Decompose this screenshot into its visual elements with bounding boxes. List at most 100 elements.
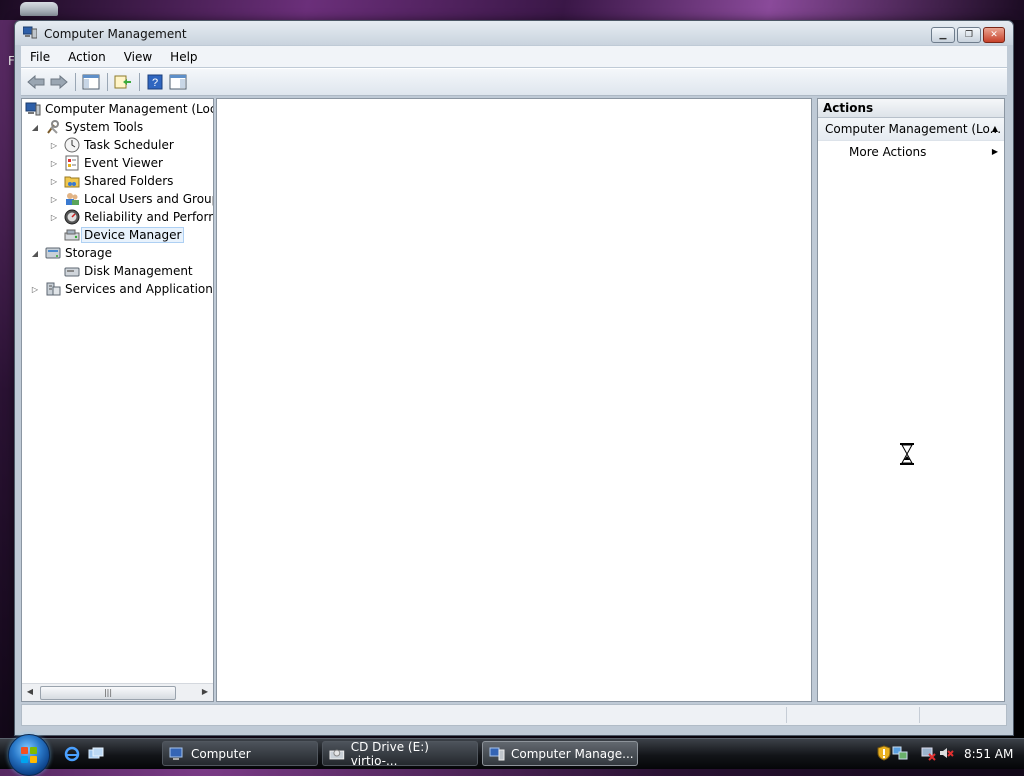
scroll-left-arrow-icon[interactable]: ◀ bbox=[25, 687, 35, 697]
security-shield-icon[interactable] bbox=[876, 745, 892, 761]
close-button[interactable]: ✕ bbox=[983, 27, 1005, 43]
expand-arrow-icon[interactable]: ▷ bbox=[49, 140, 59, 150]
tree-item-system-tools[interactable]: ◢ System Tools bbox=[30, 118, 143, 136]
title-bar[interactable]: Computer Management ▁ ❐ ✕ bbox=[15, 21, 1013, 45]
toolbar-separator bbox=[139, 73, 140, 91]
taskbar-button-label: CD Drive (E:) virtio-... bbox=[350, 739, 429, 768]
show-hide-console-tree-icon bbox=[82, 74, 100, 90]
taskbar-button-cd-drive[interactable]: CD Drive (E:) virtio-... bbox=[322, 739, 478, 768]
clock-icon bbox=[64, 137, 80, 153]
volume-muted-icon[interactable] bbox=[938, 745, 954, 761]
tree-item-label: Task Scheduler bbox=[84, 138, 174, 152]
network-disconnected-icon[interactable] bbox=[920, 745, 936, 761]
tree-item-label: Storage bbox=[65, 246, 112, 260]
tree-item-task-scheduler[interactable]: ▷ Task Scheduler bbox=[49, 136, 174, 154]
more-actions-item[interactable]: More Actions ▶ bbox=[818, 141, 1004, 163]
show-hide-action-pane-button[interactable] bbox=[167, 72, 189, 92]
computer-management-icon bbox=[25, 101, 41, 117]
disk-icon bbox=[64, 263, 80, 279]
tree-item-event-viewer[interactable]: ▷ Event Viewer bbox=[49, 154, 163, 172]
network-icon[interactable] bbox=[892, 745, 908, 761]
export-list-button[interactable] bbox=[112, 72, 134, 92]
start-button[interactable] bbox=[8, 734, 50, 776]
tree-item-label: Services and Applications bbox=[65, 282, 214, 296]
collapse-arrow-icon[interactable]: ◢ bbox=[30, 122, 40, 132]
details-pane[interactable] bbox=[216, 98, 812, 702]
svg-text:?: ? bbox=[152, 77, 158, 89]
tree-item-label: Computer Management (Local bbox=[45, 102, 214, 116]
menu-bar: File Action View Help bbox=[21, 46, 1007, 67]
menu-help[interactable]: Help bbox=[161, 50, 206, 64]
submenu-arrow-icon: ▶ bbox=[991, 147, 998, 156]
window-title: Computer Management bbox=[44, 27, 187, 41]
windows-logo-icon bbox=[21, 747, 37, 763]
show-hide-action-pane-icon bbox=[169, 74, 187, 90]
expand-arrow-icon[interactable]: ▷ bbox=[49, 176, 59, 186]
tree-item-label: Local Users and Groups bbox=[84, 192, 214, 206]
console-tree[interactable]: Computer Management (Local ◢ System Tool… bbox=[21, 98, 214, 702]
back-icon bbox=[27, 75, 45, 89]
help-icon: ? bbox=[147, 74, 163, 90]
switch-windows-icon[interactable] bbox=[88, 746, 104, 762]
tree-item-label: Event Viewer bbox=[84, 156, 163, 170]
computer-management-window: Computer Management ▁ ❐ ✕ File Action Vi… bbox=[14, 20, 1014, 736]
taskbar: Computer CD Drive (E:) virtio-... Comput… bbox=[0, 734, 1024, 776]
internet-explorer-icon[interactable] bbox=[64, 746, 80, 762]
tree-item-reliability[interactable]: ▷ Reliability and Performa bbox=[49, 208, 213, 226]
cd-drive-icon bbox=[329, 749, 345, 759]
actions-header: Actions bbox=[818, 99, 1004, 118]
toolbar: ? bbox=[21, 68, 1007, 96]
forward-icon bbox=[50, 75, 68, 89]
maximize-button[interactable]: ❐ bbox=[957, 27, 981, 43]
tree-item-shared-folders[interactable]: ▷ Shared Folders bbox=[49, 172, 173, 190]
system-tools-icon bbox=[45, 119, 61, 135]
toolbar-separator bbox=[75, 73, 76, 91]
tree-item-label: System Tools bbox=[65, 120, 144, 134]
collapse-arrow-icon[interactable]: ◢ bbox=[30, 248, 40, 258]
menu-action[interactable]: Action bbox=[59, 50, 115, 64]
back-button[interactable] bbox=[25, 72, 47, 92]
status-bar bbox=[21, 704, 1007, 726]
expand-arrow-icon[interactable]: ▷ bbox=[49, 194, 59, 204]
taskbar-button-computer[interactable]: Computer bbox=[162, 741, 318, 766]
performance-gauge-icon bbox=[64, 209, 80, 225]
tree-item-label: Device Manager bbox=[81, 227, 185, 243]
expand-arrow-icon[interactable]: ▷ bbox=[30, 284, 40, 294]
more-actions-label: More Actions bbox=[849, 145, 927, 159]
computer-management-icon bbox=[489, 747, 505, 760]
hourglass-cursor-icon bbox=[900, 443, 914, 465]
actions-section-computer-management[interactable]: Computer Management (Lo... ▲ bbox=[818, 118, 1004, 141]
tree-item-local-users[interactable]: ▷ Local Users and Groups bbox=[49, 190, 214, 208]
expand-arrow-icon[interactable]: ▷ bbox=[49, 212, 59, 222]
clock[interactable]: 8:51 AM bbox=[964, 747, 1013, 761]
actions-pane: Actions Computer Management (Lo... ▲ Mor… bbox=[817, 98, 1005, 702]
device-manager-icon bbox=[64, 227, 80, 243]
scrollbar-thumb[interactable]: ||| bbox=[40, 686, 176, 700]
forward-button[interactable] bbox=[48, 72, 70, 92]
storage-icon bbox=[45, 245, 61, 261]
tree-item-label: Disk Management bbox=[84, 264, 193, 278]
taskbar-button-computer-management[interactable]: Computer Manage... bbox=[482, 741, 638, 766]
tree-horizontal-scrollbar[interactable]: ◀ ||| ▶ bbox=[22, 683, 213, 701]
help-button[interactable]: ? bbox=[144, 72, 166, 92]
recycle-bin-icon[interactable] bbox=[20, 2, 58, 16]
expand-arrow-icon[interactable]: ▷ bbox=[49, 158, 59, 168]
taskbar-button-label: Computer Manage... bbox=[511, 746, 634, 761]
minimize-button[interactable]: ▁ bbox=[931, 27, 955, 43]
menu-file[interactable]: File bbox=[21, 50, 59, 64]
collapse-up-icon[interactable]: ▲ bbox=[992, 118, 998, 140]
tree-item-device-manager[interactable]: Device Manager bbox=[49, 226, 185, 244]
desktop-background bbox=[0, 0, 1024, 20]
tree-item-storage[interactable]: ◢ Storage bbox=[30, 244, 112, 262]
export-list-icon bbox=[114, 75, 131, 89]
tree-item-disk-management[interactable]: Disk Management bbox=[49, 262, 193, 280]
menu-view[interactable]: View bbox=[115, 50, 161, 64]
computer-icon bbox=[169, 747, 183, 760]
tree-item-services-applications[interactable]: ▷ Services and Applications bbox=[30, 280, 214, 298]
show-hide-console-tree-button[interactable] bbox=[80, 72, 102, 92]
tree-item-root[interactable]: Computer Management (Local bbox=[25, 100, 214, 118]
status-segment bbox=[919, 707, 920, 723]
scroll-right-arrow-icon[interactable]: ▶ bbox=[200, 687, 210, 697]
shared-folder-icon bbox=[64, 173, 80, 189]
